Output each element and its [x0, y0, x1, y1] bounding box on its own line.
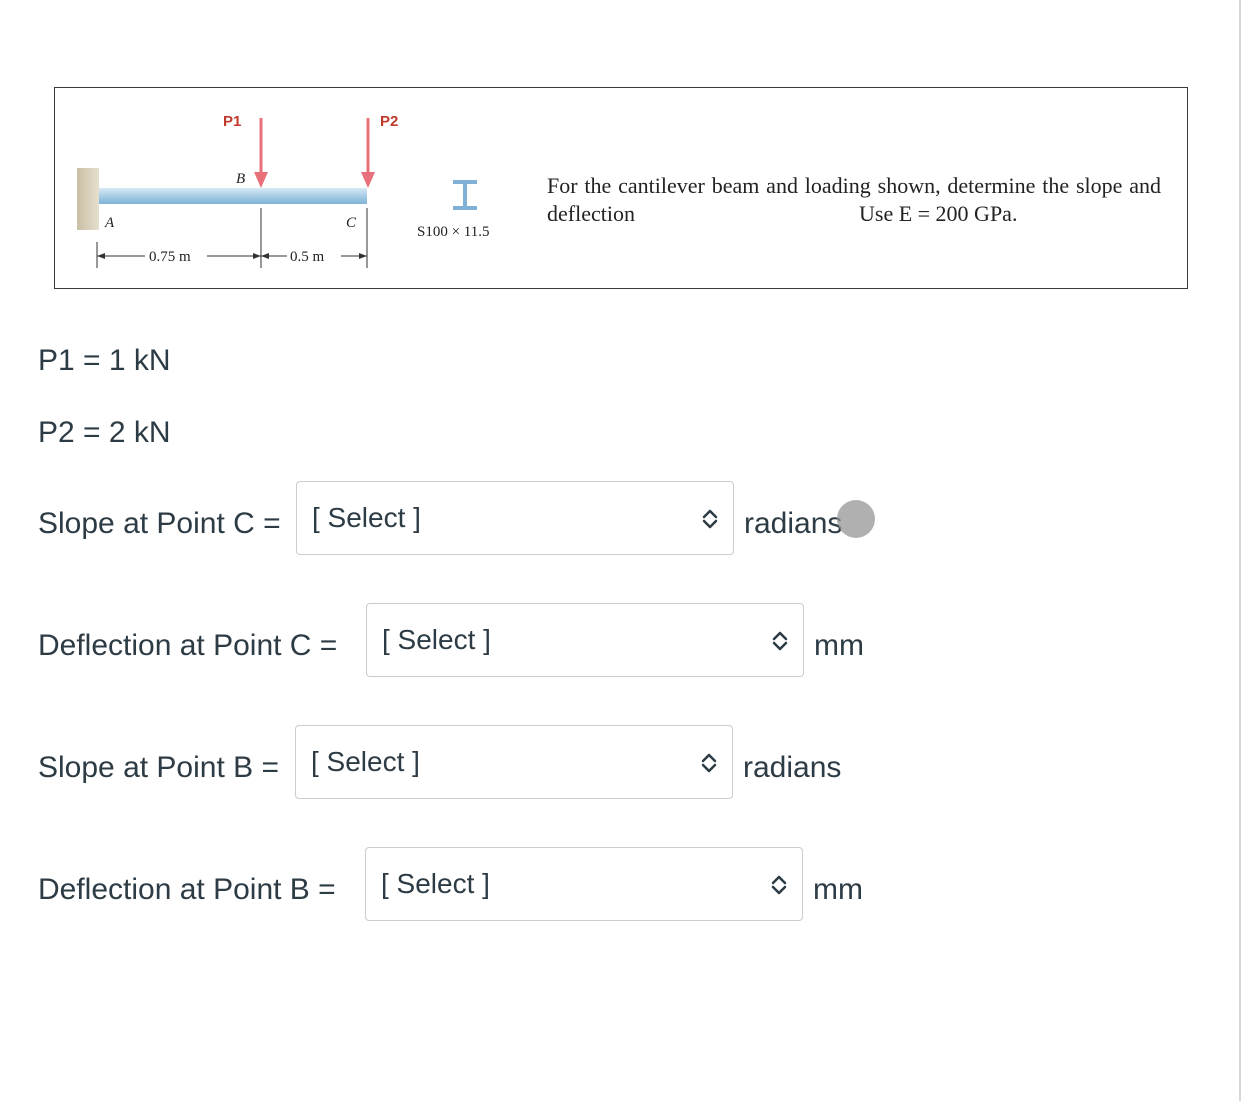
unit-label: mm: [814, 629, 864, 662]
dim-arrow-b-right: [261, 253, 269, 259]
question-label: Deflection at Point C =: [38, 629, 338, 662]
p1-label: P1: [223, 113, 241, 130]
p2-label: P2: [380, 113, 398, 130]
select-value: [ Select ]: [382, 624, 491, 655]
deflection-c-select[interactable]: [ Select ]: [366, 603, 804, 677]
slope-b-select[interactable]: [ Select ]: [295, 725, 733, 799]
cursor-indicator: [837, 500, 875, 538]
dim-bc-label: 0.5 m: [290, 249, 325, 265]
beam: [99, 188, 367, 204]
dim-arrow-b-left: [253, 253, 261, 259]
problem-statement: For the cantilever beam and loading show…: [547, 172, 1161, 228]
i-beam-section-icon: [453, 180, 477, 210]
chevron-up-down-icon: [701, 753, 717, 773]
question-label: Deflection at Point B =: [38, 873, 336, 906]
dim-arrow-a: [97, 253, 105, 259]
dim-arrow-c: [359, 253, 367, 259]
unit-label: mm: [813, 873, 863, 906]
point-c-label: C: [346, 215, 357, 231]
dim-ab-label: 0.75 m: [149, 249, 191, 265]
point-a-label: A: [104, 215, 115, 231]
select-value: [ Select ]: [311, 746, 420, 777]
p2-arrowhead: [361, 172, 375, 188]
question-label: Slope at Point B =: [38, 751, 279, 784]
unit-label: radians: [744, 507, 843, 540]
section-label: S100 × 11.5: [417, 224, 490, 240]
page-right-border: [1239, 0, 1241, 1101]
p1-arrowhead: [254, 172, 268, 188]
unit-label: radians: [743, 751, 842, 784]
slope-c-select[interactable]: [ Select ]: [296, 481, 734, 555]
modulus-text: Use E = 200 GPa.: [859, 201, 1018, 226]
question-label: Slope at Point C =: [38, 507, 281, 540]
fixed-wall: [77, 168, 99, 230]
deflection-b-select[interactable]: [ Select ]: [365, 847, 803, 921]
select-value: [ Select ]: [381, 868, 490, 899]
point-b-label: B: [236, 171, 245, 187]
given-p1: P1 = 1 kN: [38, 344, 171, 377]
chevron-up-down-icon: [771, 875, 787, 895]
chevron-up-down-icon: [772, 631, 788, 651]
chevron-up-down-icon: [702, 509, 718, 529]
select-value: [ Select ]: [312, 502, 421, 533]
problem-figure: P1 P2 A B C 0.75 m 0.5 m S100 × 11.5 For…: [54, 87, 1188, 289]
problem-text: For the cantilever beam and loading show…: [547, 173, 1161, 226]
given-p2: P2 = 2 kN: [38, 416, 171, 449]
